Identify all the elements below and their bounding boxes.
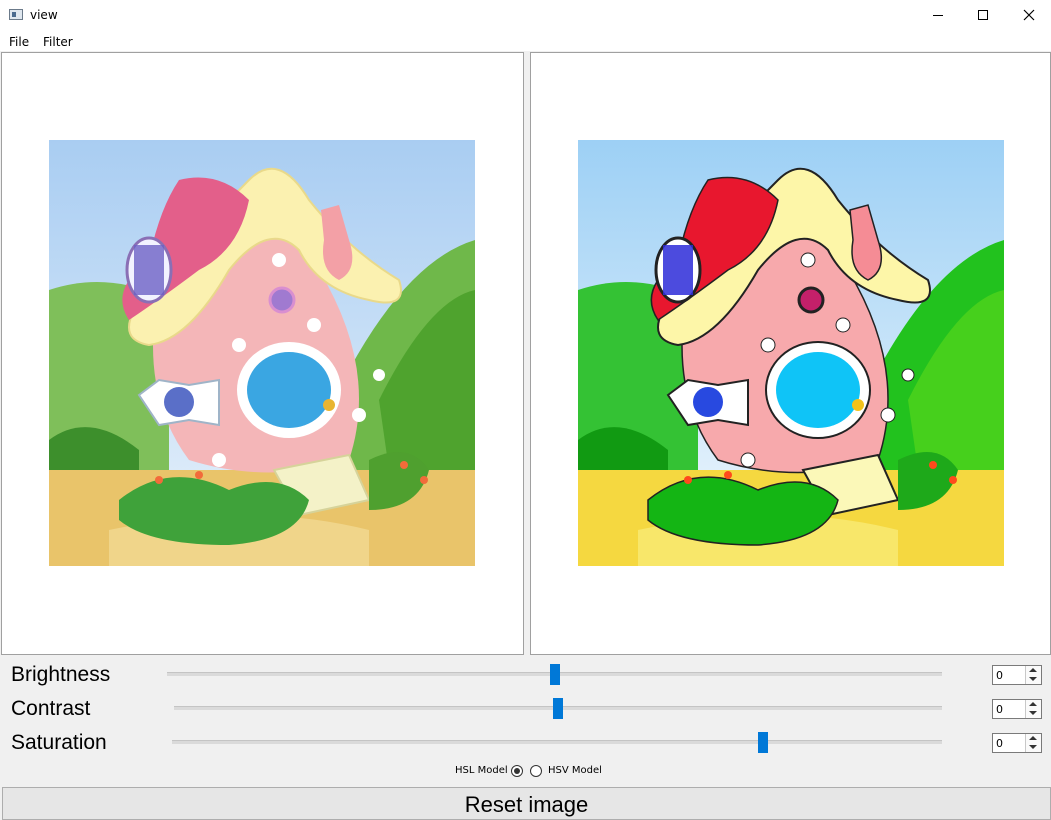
menu-file[interactable]: File xyxy=(9,35,29,49)
spin-up-icon[interactable] xyxy=(1029,668,1037,672)
original-image xyxy=(49,140,475,566)
minimize-button[interactable] xyxy=(915,0,961,31)
saturation-spinbox[interactable]: 0 xyxy=(992,733,1042,753)
spin-down-icon[interactable] xyxy=(1029,711,1037,715)
spin-up-icon[interactable] xyxy=(1029,736,1037,740)
contrast-spinbox[interactable]: 0 xyxy=(992,699,1042,719)
saturation-value: 0 xyxy=(996,737,1003,750)
reset-image-button[interactable]: Reset image xyxy=(2,787,1051,820)
maximize-icon xyxy=(978,10,988,20)
hsv-model-label: HSV Model xyxy=(548,765,602,776)
maximize-button[interactable] xyxy=(960,0,1006,31)
saturation-slider-handle[interactable] xyxy=(758,732,768,753)
brightness-spinbox[interactable]: 0 xyxy=(992,665,1042,685)
contrast-value: 0 xyxy=(996,703,1003,716)
close-icon xyxy=(1023,9,1035,21)
contrast-label: Contrast xyxy=(11,697,91,720)
minimize-icon xyxy=(933,15,943,16)
spin-down-icon[interactable] xyxy=(1029,677,1037,681)
window-title: view xyxy=(30,8,58,22)
saturation-slider[interactable] xyxy=(172,740,942,744)
app-icon xyxy=(9,9,23,20)
filtered-image-view xyxy=(530,52,1051,655)
saturation-label: Saturation xyxy=(11,731,107,754)
brightness-value: 0 xyxy=(996,669,1003,682)
contrast-slider-handle[interactable] xyxy=(553,698,563,719)
menu-bar: File Filter xyxy=(0,31,1051,51)
brightness-slider-handle[interactable] xyxy=(550,664,560,685)
brightness-label: Brightness xyxy=(11,663,111,686)
spin-up-icon[interactable] xyxy=(1029,702,1037,706)
radio-selected-dot xyxy=(514,768,520,774)
menu-filter[interactable]: Filter xyxy=(43,35,73,49)
hsl-model-radio[interactable] xyxy=(511,765,523,777)
spin-down-icon[interactable] xyxy=(1029,745,1037,749)
hsv-model-radio[interactable] xyxy=(530,765,542,777)
original-image-view xyxy=(1,52,524,655)
hsl-model-label: HSL Model xyxy=(455,765,508,776)
title-bar: view xyxy=(0,0,1051,31)
close-button[interactable] xyxy=(1006,0,1051,31)
filtered-image xyxy=(578,140,1004,566)
reset-image-label: Reset image xyxy=(464,792,589,817)
